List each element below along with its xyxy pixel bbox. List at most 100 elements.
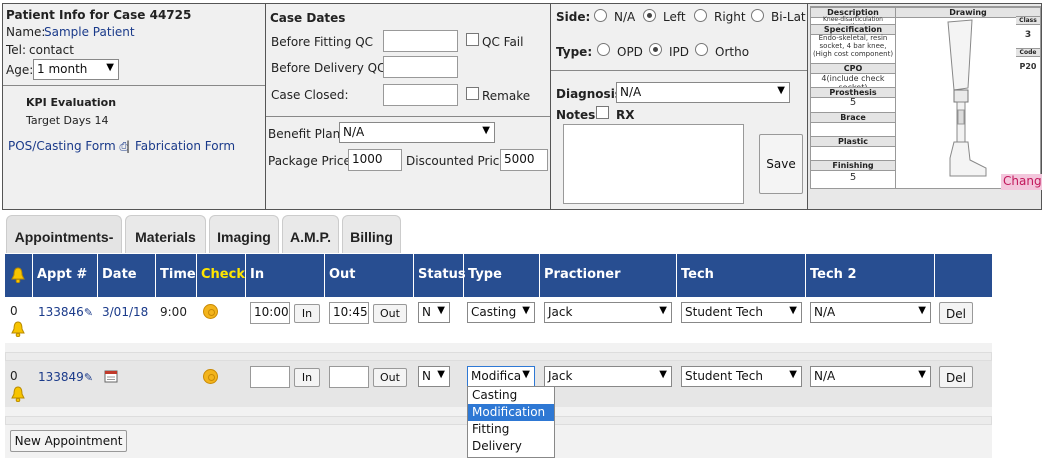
prosthesis-drawing [947,19,987,177]
row2-tech-value: Student Tech [685,369,763,383]
col-type: Type [463,254,540,297]
new-appointment-button[interactable]: New Appointment [10,430,127,452]
spec-prosthesis-value: 5 [849,97,857,108]
type-option-delivery[interactable]: Delivery [468,438,554,455]
type-radio-ortho[interactable] [695,43,708,56]
patient-name-value[interactable]: Sample Patient [44,25,135,39]
calendar-icon[interactable] [104,369,118,383]
row2-in-button[interactable]: In [294,368,320,387]
row2-status-select[interactable]: N ▼ [418,366,450,387]
before-fitting-input[interactable] [383,30,458,52]
spec-plastic-header: Plastic [811,136,895,147]
row1-out-input[interactable]: 10:45 [329,302,369,324]
type-dropdown-list[interactable]: Casting Modification Fitting Delivery [467,386,555,458]
package-price-input[interactable]: 1000 [348,149,402,171]
row2-tech2-select[interactable]: N/A ▼ [810,366,931,387]
row1-status-select[interactable]: N ▼ [418,302,450,323]
row1-in-input[interactable]: 10:00 [250,302,290,324]
qc-fail-checkbox[interactable] [466,33,479,46]
side-radio-na[interactable] [594,9,607,22]
row1-tech-select[interactable]: Student Tech ▼ [681,302,802,323]
row2-out-input[interactable] [329,366,369,388]
col-actions [934,254,992,297]
side-radio-left[interactable] [643,9,656,22]
tab-imaging[interactable]: Imaging [209,215,279,253]
before-delivery-input[interactable] [383,56,458,78]
row2-count: 0 [10,369,18,383]
row2-status-value: N [422,369,431,383]
row1-bell-icon[interactable] [11,321,25,337]
row1-status-value: N [422,305,431,319]
fabrication-form-link[interactable]: Fabrication Form [135,139,235,153]
chevron-down-icon: ▼ [659,369,667,380]
row1-date[interactable]: 3/01/18 [102,305,148,319]
type-option-modification[interactable]: Modification [468,404,554,421]
side-radio-right[interactable] [694,9,707,22]
row1-tech2-select[interactable]: N/A ▼ [810,302,931,323]
col-appt: Appt # [32,254,98,297]
diagnosis-select[interactable]: N/A ▼ [616,82,790,103]
patient-age-label: Age: [6,63,34,77]
type-radio-ipd[interactable] [649,43,662,56]
case-dates-divider [266,116,550,117]
spec-column-divider [895,7,896,188]
row1-delete-button[interactable]: Del [939,302,973,324]
discounted-price-input[interactable]: 5000 [500,149,548,171]
case-closed-input[interactable] [383,84,458,106]
row1-time: 9:00 [160,305,187,319]
tab-appointments[interactable]: Appointments- [6,215,122,253]
before-delivery-label: Before Delivery QC: [271,61,390,75]
row1-appt-number: 133846 [38,305,84,319]
side-radio-bilat[interactable] [751,9,764,22]
col-tech2: Tech 2 [805,254,935,297]
row1-practitioner-select[interactable]: Jack ▼ [544,302,672,323]
patient-tel-label: Tel: [6,43,27,57]
pos-casting-form-label: POS/Casting Form [8,139,116,153]
row2-appt-link[interactable]: 133849✎ [38,370,93,384]
benefit-plan-select[interactable]: N/A ▼ [339,122,495,143]
rx-checkbox[interactable] [596,106,609,119]
remake-checkbox[interactable] [466,87,479,100]
row2-practitioner-select[interactable]: Jack ▼ [544,366,672,387]
row2-in-input[interactable] [250,366,290,388]
row1-practitioner-value: Jack [548,305,573,319]
age-select[interactable]: 1 month ▼ [33,59,119,80]
row2-out-button[interactable]: Out [373,368,407,387]
notes-label: Notes [556,108,596,122]
row2-check-icon[interactable] [203,369,218,384]
chevron-down-icon: ▼ [482,125,490,136]
tab-materials[interactable]: Materials [125,215,206,253]
spec-specification-text: Endo-skeletal, resin socket, 4 bar knee,… [812,34,894,58]
row2-delete-button[interactable]: Del [939,366,973,388]
col-date: Date [97,254,155,297]
type-label: Type: [556,45,593,59]
type-option-fitting[interactable]: Fitting [468,421,554,438]
row1-check-icon[interactable] [203,304,218,319]
type-radio-opd[interactable] [597,43,610,56]
row2-tech-select[interactable]: Student Tech ▼ [681,366,802,387]
row1-out-button[interactable]: Out [373,304,407,323]
row2-type-select[interactable]: Modifica ▼ [467,366,535,387]
kpi-target-days: Target Days 14 [26,114,109,127]
type-option-casting[interactable]: Casting [468,387,554,404]
row-spacer [5,352,992,361]
type-option-opd: OPD [617,45,643,59]
spec-finishing-header: Finishing [811,160,895,171]
row1-in-button[interactable]: In [294,304,320,323]
side-label: Side: [556,10,591,24]
package-price-label: Package Price [268,154,351,168]
pos-casting-form-link[interactable]: POS/Casting Form ⎙ [8,139,128,154]
chevron-down-icon: ▼ [437,369,445,380]
notes-textarea[interactable] [563,124,744,204]
row1-tech-value: Student Tech [685,305,763,319]
save-button[interactable]: Save [759,134,803,194]
row1-appt-link[interactable]: 133846✎ [38,305,93,319]
spec-cpo-header: CPO [811,63,895,74]
tab-amp[interactable]: A.M.P. [282,215,339,253]
row1-type-select[interactable]: Casting ▼ [467,302,535,323]
tab-billing[interactable]: Billing [342,215,401,253]
row2-bell-icon[interactable] [11,386,25,402]
change-link[interactable]: Change [1001,174,1042,190]
row2-practitioner-value: Jack [548,369,573,383]
patient-info-title: Patient Info for Case 44725 [6,8,192,22]
